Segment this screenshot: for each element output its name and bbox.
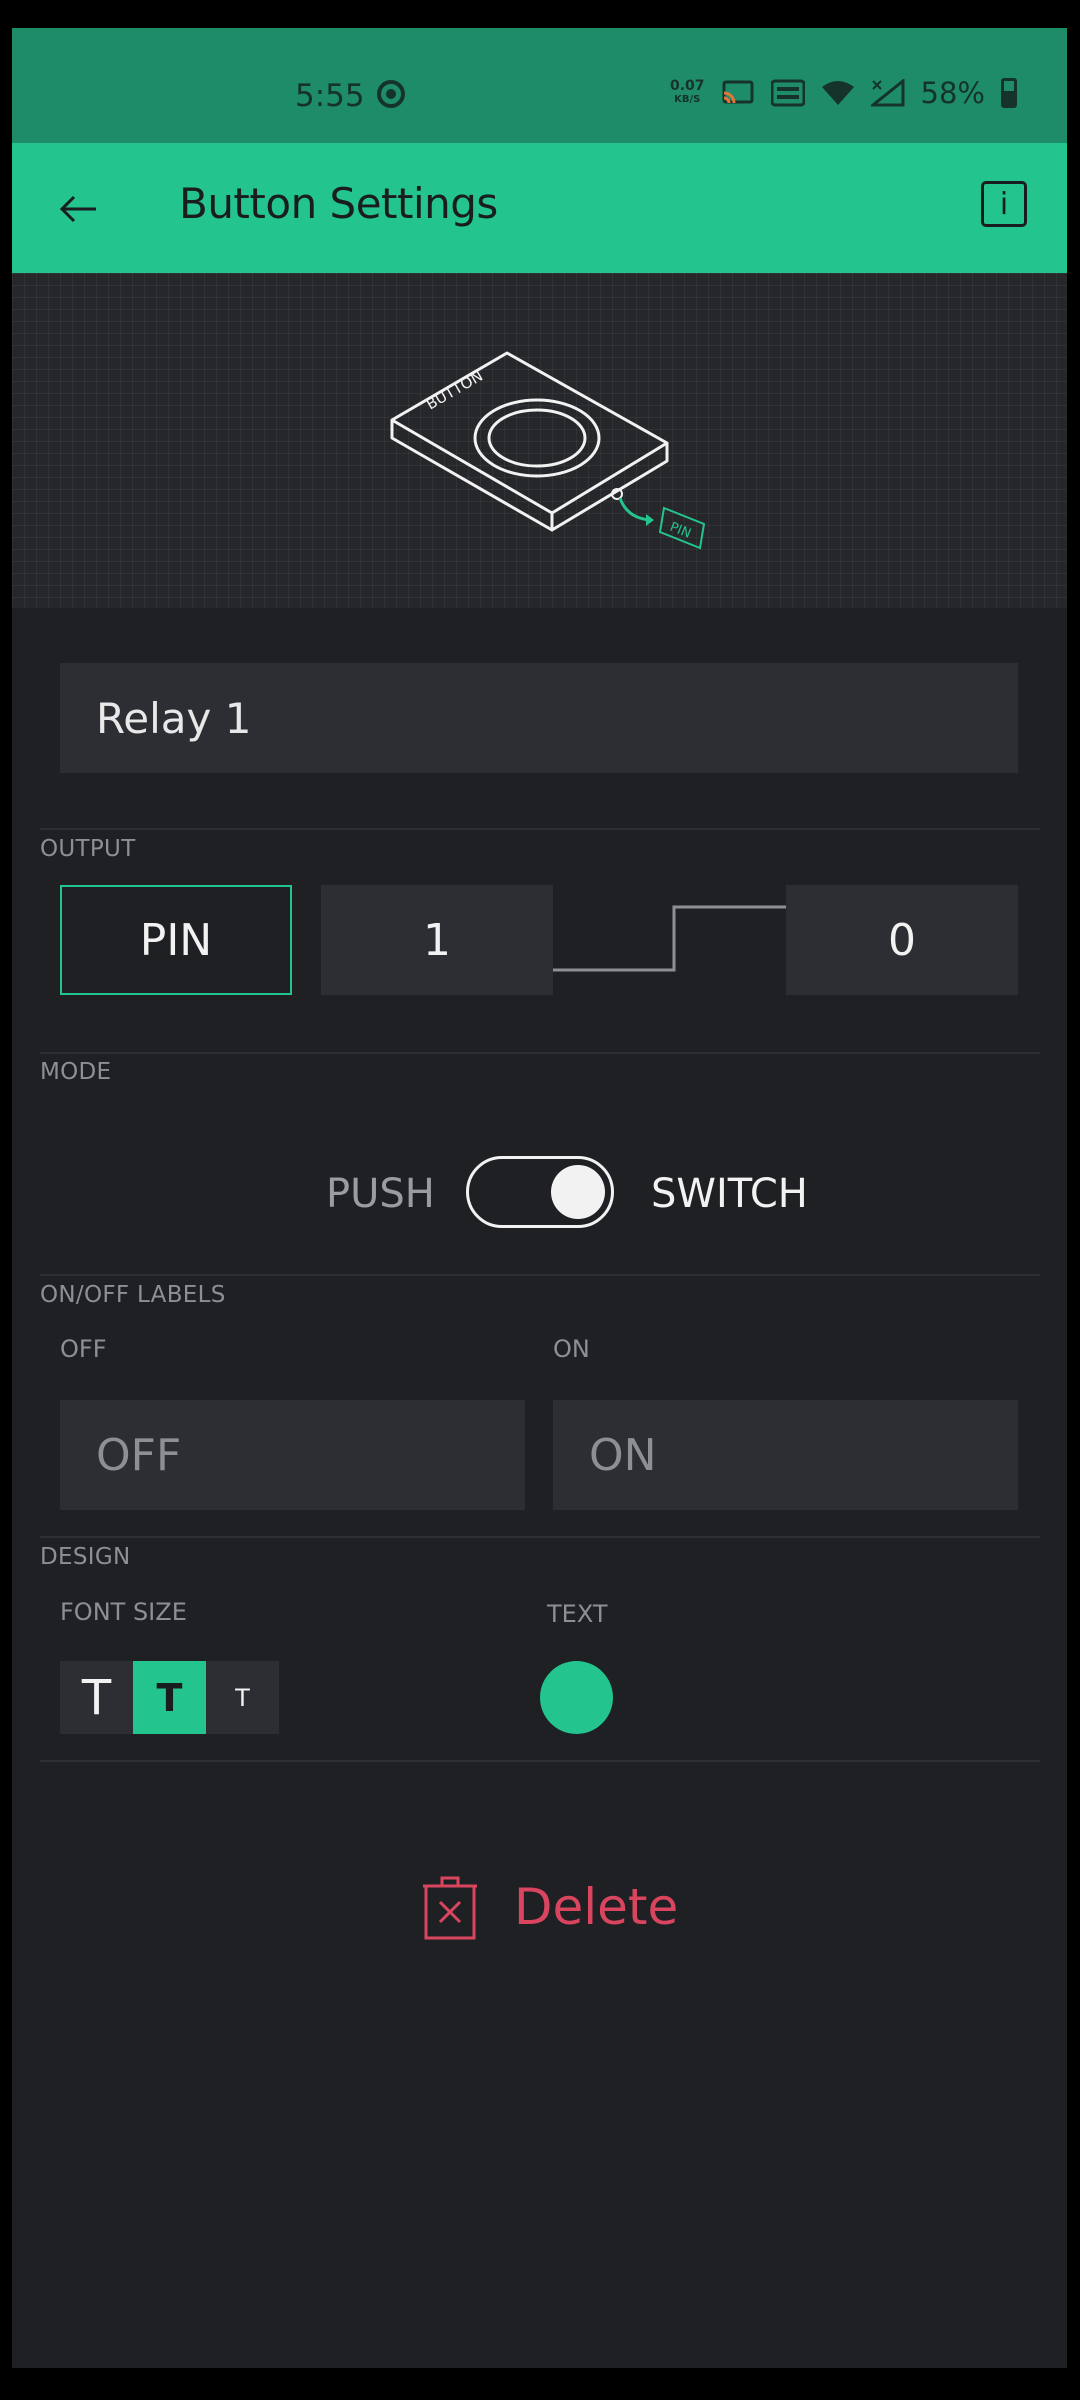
font-size-selector: T T T: [60, 1661, 279, 1734]
status-icons: 0.07 KB/S 58%: [670, 76, 1017, 110]
widget-name-input[interactable]: Relay 1: [60, 663, 1018, 773]
font-size-large-button[interactable]: T: [60, 1661, 133, 1734]
off-field-label: OFF: [60, 1335, 107, 1363]
button-device-illustration: BUTTON PIN: [390, 351, 706, 550]
network-speed: 0.07 KB/S: [670, 79, 705, 107]
divider: [40, 1274, 1040, 1276]
device-label: BUTTON: [423, 367, 486, 414]
widget-illustration: BUTTON PIN: [12, 273, 1067, 608]
pin-tag-label: PIN: [668, 520, 693, 542]
font-size-label: FONT SIZE: [60, 1598, 187, 1626]
font-size-small-button[interactable]: T: [206, 1661, 279, 1734]
pin-select-button[interactable]: PIN: [60, 885, 292, 995]
screen-record-icon: [377, 80, 405, 108]
mode-switch-label[interactable]: SWITCH: [651, 1171, 808, 1217]
low-value-input[interactable]: 0: [786, 885, 1018, 995]
on-field-label: ON: [553, 1335, 590, 1363]
divider: [40, 1760, 1040, 1762]
toggle-knob: [551, 1165, 605, 1219]
divider: [40, 1052, 1040, 1054]
cast-icon: [722, 80, 754, 104]
output-section-label: OUTPUT: [40, 836, 136, 862]
mode-toggle[interactable]: [466, 1156, 614, 1228]
app-bar: Button Settings i: [12, 143, 1067, 273]
mode-push-label[interactable]: PUSH: [326, 1171, 435, 1217]
volte-wifi-icon: [770, 79, 805, 107]
off-label-input[interactable]: OFF: [60, 1400, 525, 1510]
delete-button[interactable]: Delete: [422, 1874, 678, 1940]
info-icon[interactable]: i: [981, 181, 1027, 227]
status-time: 5:55: [295, 78, 365, 114]
battery-percent: 58%: [920, 76, 985, 110]
signal-wave-icon: [553, 905, 798, 972]
network-speed-unit: KB/S: [674, 94, 701, 105]
font-size-medium-button[interactable]: T: [133, 1661, 206, 1734]
page-title: Button Settings: [179, 179, 498, 228]
divider: [40, 1536, 1040, 1538]
wifi-icon: [821, 81, 854, 105]
mode-section-label: MODE: [40, 1059, 112, 1085]
on-label-input[interactable]: ON: [553, 1400, 1018, 1510]
design-section-label: DESIGN: [40, 1544, 131, 1570]
back-arrow-icon[interactable]: [56, 187, 100, 231]
divider: [40, 828, 1040, 830]
battery-icon: [1001, 78, 1017, 108]
status-bar: 5:55 0.07 KB/S 58%: [12, 28, 1067, 143]
trash-icon: [423, 1876, 477, 1940]
signal-icon: [870, 79, 905, 107]
high-value-input[interactable]: 1: [321, 885, 553, 995]
text-color-label: TEXT: [547, 1600, 608, 1628]
network-speed-value: 0.07: [669, 78, 705, 94]
screen: 5:55 0.07 KB/S 58% Button Settings i BUT…: [12, 28, 1067, 2368]
text-color-picker[interactable]: [540, 1661, 613, 1734]
delete-label: Delete: [514, 1878, 679, 1936]
on-off-labels-section-label: ON/OFF LABELS: [40, 1282, 226, 1308]
